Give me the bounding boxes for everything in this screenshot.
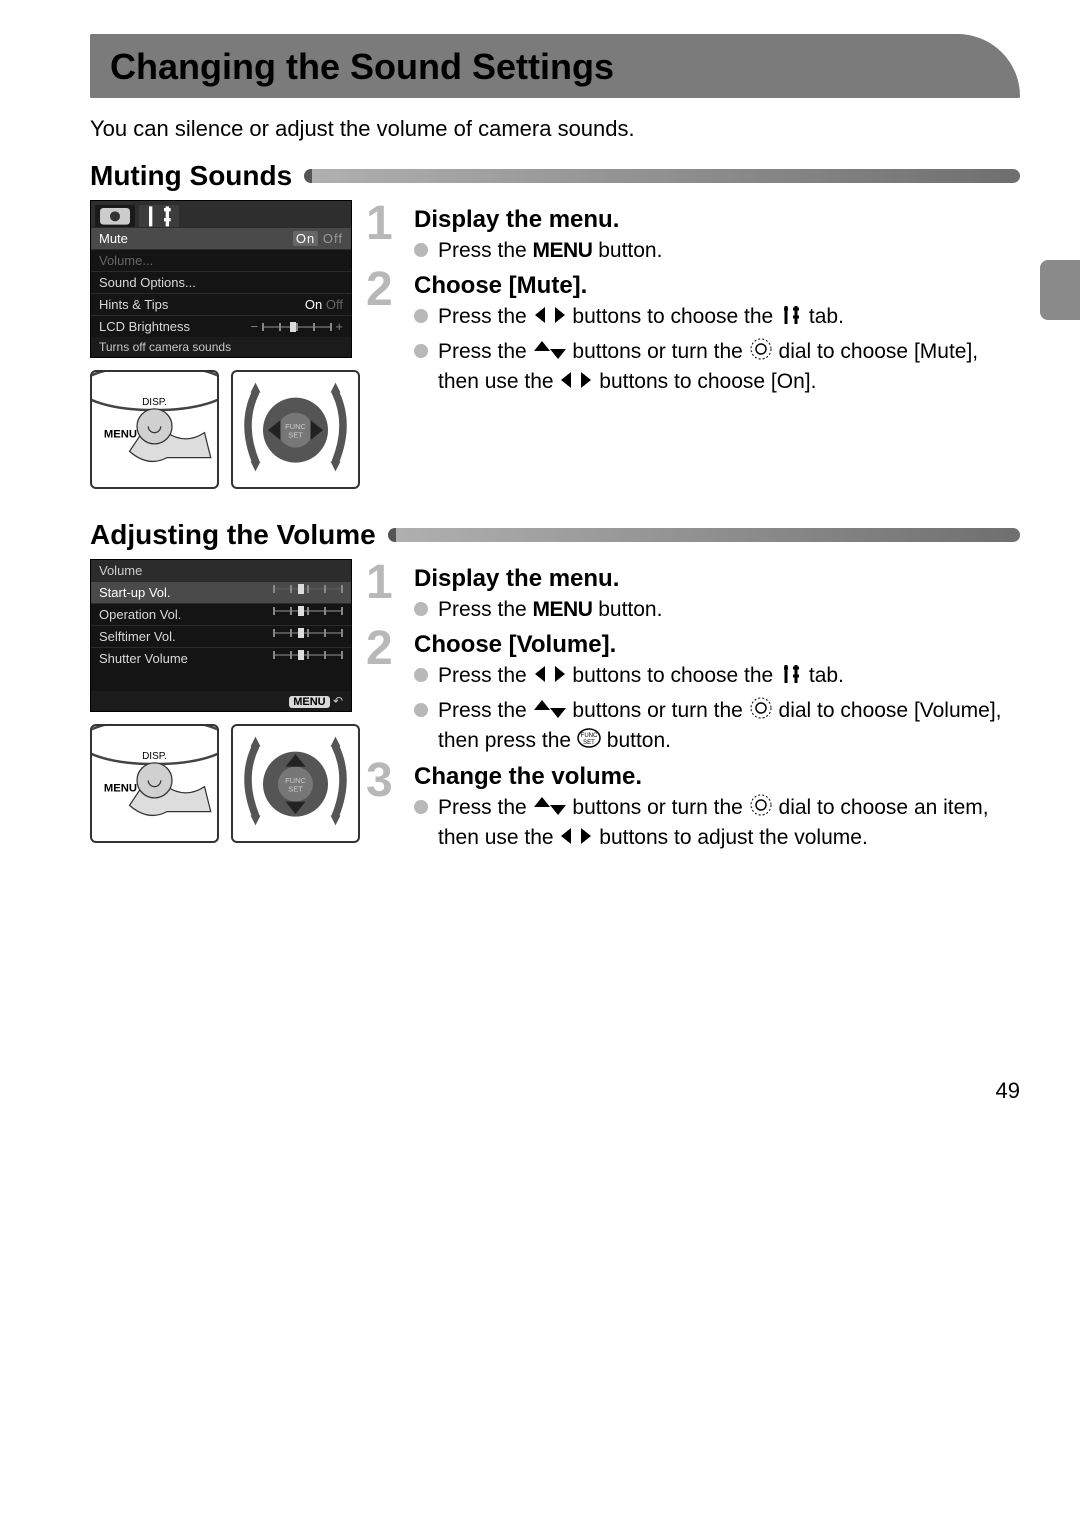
svg-text:SET: SET — [583, 740, 595, 746]
page-title: Changing the Sound Settings — [110, 46, 614, 87]
svg-text:FUNC: FUNC — [285, 776, 306, 785]
svg-text:FUNC: FUNC — [285, 422, 306, 431]
left-right-arrows-icon — [533, 304, 567, 326]
lcd-volume-header: Volume — [91, 560, 351, 581]
page-title-bar: Changing the Sound Settings — [90, 34, 1020, 98]
intro-text: You can silence or adjust the volume of … — [90, 116, 1020, 142]
illustration-camera-back-menu: DISP. MENU — [90, 724, 219, 843]
tools-tab-icon — [779, 304, 803, 326]
step-number: 1 — [366, 555, 393, 610]
s2-step3: 3 Change the volume. Press the buttons o… — [372, 763, 1020, 854]
up-down-arrows-icon — [533, 698, 567, 720]
left-right-arrows-icon — [533, 663, 567, 685]
page-number: 49 — [90, 1078, 1020, 1104]
dial-icon — [749, 793, 773, 815]
bullet: Press the buttons or turn the dial to ch… — [414, 337, 1020, 398]
lcd-row-volume: Volume... — [91, 249, 351, 271]
lcd-hints-value: On Off — [305, 297, 343, 312]
func-set-icon: FUNCSET — [577, 726, 601, 748]
section-adjusting-volume: Adjusting the Volume Volume Start-up Vol… — [90, 519, 1020, 858]
lcd-tab-camera-icon — [95, 205, 135, 227]
svg-text:FUNC: FUNC — [581, 733, 598, 739]
step-number: 2 — [366, 621, 393, 676]
bullet: Press the buttons or turn the dial to ch… — [414, 793, 1020, 854]
lcd-row-brightness: LCD Brightness − + — [91, 315, 351, 337]
step-title: Display the menu. — [414, 565, 1020, 593]
lcd-row-sound-options: Sound Options... — [91, 271, 351, 293]
lcd-footer-menu-return: MENU ↶ — [91, 691, 351, 711]
section2-title: Adjusting the Volume — [90, 519, 376, 551]
tools-tab-icon — [779, 663, 803, 685]
lcd-row-operation-vol: Operation Vol. — [91, 603, 351, 625]
section1-title: Muting Sounds — [90, 160, 292, 192]
step-title: Display the menu. — [414, 206, 1020, 234]
lcd-mute-menu: Mute On Off Volume... Sound Options... H… — [90, 200, 352, 358]
bullet: Press the buttons or turn the dial to ch… — [414, 696, 1020, 757]
menu-button-label: MENU — [533, 239, 593, 262]
step-number: 1 — [366, 196, 393, 251]
svg-text:SET: SET — [288, 785, 303, 794]
lcd-tab-tools-icon — [139, 205, 179, 227]
lcd-row-startup-vol: Start-up Vol. — [91, 581, 351, 603]
bullet: Press the buttons to choose the tab. — [414, 302, 1020, 332]
lcd-mute-label: Mute — [99, 231, 128, 246]
step-title: Change the volume. — [414, 763, 1020, 791]
section-rule — [388, 528, 1020, 542]
left-right-arrows-icon — [559, 369, 593, 391]
lcd-row-shutter-vol: Shutter Volume — [91, 647, 351, 669]
section-muting-sounds: Muting Sounds Mute On Off — [90, 160, 1020, 489]
up-down-arrows-icon — [533, 339, 567, 361]
svg-text:DISP.: DISP. — [142, 751, 167, 762]
lcd-footer: Turns off camera sounds — [91, 337, 351, 357]
svg-text:MENU: MENU — [104, 429, 137, 441]
section-rule — [304, 169, 1020, 183]
svg-text:MENU: MENU — [104, 783, 137, 795]
step-title: Choose [Volume]. — [414, 631, 1020, 659]
up-down-arrows-icon — [533, 795, 567, 817]
step-number: 3 — [366, 753, 393, 808]
lcd-volume-menu: Volume Start-up Vol. Operation Vol. Self… — [90, 559, 352, 712]
illustration-dial-updown: FUNC SET — [231, 724, 360, 843]
dial-icon — [749, 337, 773, 359]
lcd-row-selftimer-vol: Selftimer Vol. — [91, 625, 351, 647]
menu-button-label: MENU — [533, 598, 593, 621]
dial-icon — [749, 696, 773, 718]
lcd-row-mute: Mute On Off — [91, 227, 351, 249]
left-right-arrows-icon — [559, 825, 593, 847]
s2-step1: 1 Display the menu. Press the MENU butto… — [372, 565, 1020, 625]
s2-step2: 2 Choose [Volume]. Press the buttons to … — [372, 631, 1020, 756]
illustration-dial-leftright: FUNC SET — [231, 370, 360, 489]
bullet: Press the MENU button. — [414, 595, 1020, 625]
illustration-camera-back-menu: DISP. MENU — [90, 370, 219, 489]
s1-step2: 2 Choose [Mute]. Press the buttons to ch… — [372, 272, 1020, 397]
bullet: Press the MENU button. — [414, 236, 1020, 266]
bullet: Press the buttons to choose the tab. — [414, 661, 1020, 691]
lcd-row-hints: Hints & Tips On Off — [91, 293, 351, 315]
chapter-side-tab — [1040, 260, 1080, 320]
svg-text:DISP.: DISP. — [142, 397, 167, 408]
step-title: Choose [Mute]. — [414, 272, 1020, 300]
lcd-brightness-slider: − + — [251, 319, 343, 334]
s1-step1: 1 Display the menu. Press the MENU butto… — [372, 206, 1020, 266]
step-number: 2 — [366, 262, 393, 317]
svg-text:SET: SET — [288, 431, 303, 440]
lcd-mute-value: On Off — [293, 231, 343, 246]
